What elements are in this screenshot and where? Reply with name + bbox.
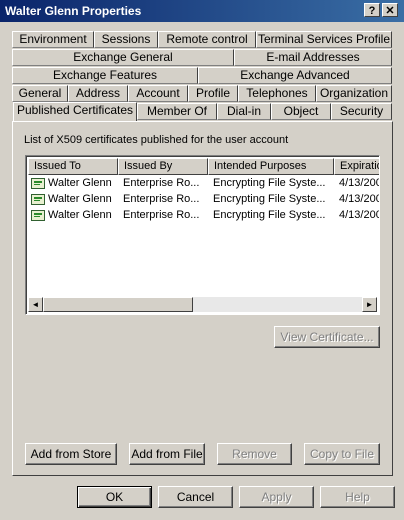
tab-telephones[interactable]: Telephones bbox=[238, 85, 316, 102]
cell-issued-by: Enterprise Ro... bbox=[123, 193, 200, 205]
tab-security[interactable]: Security bbox=[331, 103, 392, 120]
cancel-button[interactable]: Cancel bbox=[158, 486, 233, 508]
tab-terminal-services-profile[interactable]: Terminal Services Profile bbox=[256, 31, 392, 48]
tab-organization[interactable]: Organization bbox=[316, 85, 392, 102]
tab-member-of[interactable]: Member Of bbox=[137, 103, 217, 120]
scroll-left-icon[interactable]: ◄ bbox=[28, 297, 43, 312]
title-bar: Walter Glenn Properties ? ✕ bbox=[0, 0, 404, 22]
tab-environment[interactable]: Environment bbox=[12, 31, 94, 48]
column-issued-by[interactable]: Issued By bbox=[118, 158, 208, 175]
scroll-right-icon[interactable]: ► bbox=[362, 297, 377, 312]
cell-expiration: 4/13/200 bbox=[339, 209, 379, 221]
tab-remote-control[interactable]: Remote control bbox=[158, 31, 256, 48]
cell-intended-purposes: Encrypting File Syste... bbox=[213, 209, 326, 221]
tab-published-certificates[interactable]: Published Certificates bbox=[13, 102, 137, 121]
cell-expiration: 4/13/200 bbox=[339, 193, 379, 205]
apply-button[interactable]: Apply bbox=[239, 486, 314, 508]
column-expiration[interactable]: Expiration bbox=[334, 158, 379, 175]
add-from-file-button[interactable]: Add from File bbox=[129, 443, 205, 465]
column-intended-purposes[interactable]: Intended Purposes bbox=[208, 158, 334, 175]
help-footer-button[interactable]: Help bbox=[320, 486, 395, 508]
copy-to-file-button[interactable]: Copy to File bbox=[304, 443, 380, 465]
view-certificate-button[interactable]: View Certificate... bbox=[274, 326, 380, 348]
list-item[interactable]: Walter Glenn Enterprise Ro... Encrypting… bbox=[28, 208, 379, 224]
list-item[interactable]: Walter Glenn Enterprise Ro... Encrypting… bbox=[28, 192, 379, 208]
tab-object[interactable]: Object bbox=[271, 103, 331, 120]
add-from-store-button[interactable]: Add from Store bbox=[25, 443, 117, 465]
cell-intended-purposes: Encrypting File Syste... bbox=[213, 177, 326, 189]
close-button[interactable]: ✕ bbox=[382, 3, 398, 17]
tab-dial-in[interactable]: Dial-in bbox=[217, 103, 271, 120]
window-title: Walter Glenn Properties bbox=[5, 4, 142, 18]
cell-intended-purposes: Encrypting File Syste... bbox=[213, 193, 326, 205]
certificate-icon bbox=[31, 210, 45, 221]
tab-sessions[interactable]: Sessions bbox=[94, 31, 158, 48]
certificate-list[interactable]: Issued To Issued By Intended Purposes Ex… bbox=[25, 155, 380, 315]
tab-exchange-advanced[interactable]: Exchange Advanced bbox=[198, 67, 392, 84]
column-issued-to[interactable]: Issued To bbox=[28, 158, 118, 175]
certificate-icon bbox=[31, 194, 45, 205]
tab-general[interactable]: General bbox=[12, 85, 68, 102]
tab-exchange-general[interactable]: Exchange General bbox=[12, 49, 234, 66]
cell-issued-to: Walter Glenn bbox=[48, 193, 112, 205]
ok-button[interactable]: OK bbox=[77, 486, 152, 508]
horizontal-scrollbar[interactable]: ◄ ► bbox=[28, 297, 377, 312]
list-item[interactable]: Walter Glenn Enterprise Ro... Encrypting… bbox=[28, 176, 379, 192]
cell-issued-to: Walter Glenn bbox=[48, 209, 112, 221]
scrollbar-thumb[interactable] bbox=[43, 297, 193, 312]
cell-issued-by: Enterprise Ro... bbox=[123, 209, 200, 221]
cell-issued-by: Enterprise Ro... bbox=[123, 177, 200, 189]
help-button[interactable]: ? bbox=[364, 3, 380, 17]
cell-expiration: 4/13/200 bbox=[339, 177, 379, 189]
tab-account[interactable]: Account bbox=[128, 85, 188, 102]
tab-exchange-features[interactable]: Exchange Features bbox=[12, 67, 198, 84]
cell-issued-to: Walter Glenn bbox=[48, 177, 112, 189]
tab-profile[interactable]: Profile bbox=[188, 85, 238, 102]
tab-email-addresses[interactable]: E-mail Addresses bbox=[234, 49, 392, 66]
certificates-description: List of X509 certificates published for … bbox=[24, 134, 289, 146]
remove-button[interactable]: Remove bbox=[217, 443, 292, 465]
tab-address[interactable]: Address bbox=[68, 85, 128, 102]
certificate-icon bbox=[31, 178, 45, 189]
